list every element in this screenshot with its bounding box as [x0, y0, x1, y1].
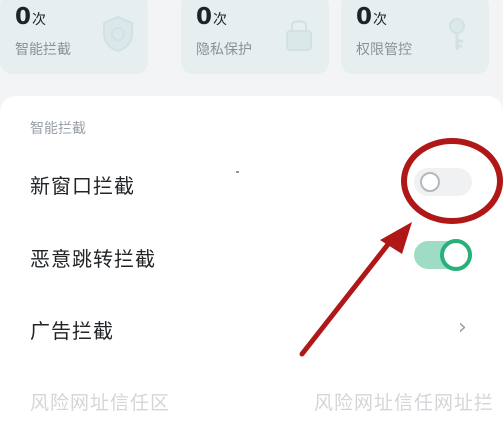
stat-number: 0 [15, 4, 32, 30]
faded-row-left: 风险网址信任区 [30, 392, 171, 414]
new-window-block-toggle[interactable] [414, 168, 472, 196]
stat-card-privacy[interactable]: 0次 隐私保护 [181, 0, 329, 74]
speck [236, 171, 239, 173]
malicious-redirect-toggle[interactable] [414, 239, 472, 271]
section-title: 智能拦截 [30, 121, 86, 137]
stat-unit: 次 [373, 12, 388, 28]
chevron-right-icon: › [458, 315, 467, 340]
toggle-knob [420, 172, 440, 192]
stat-count: 0次 [356, 4, 387, 30]
stat-number: 0 [356, 4, 373, 30]
stat-label: 隐私保护 [196, 42, 252, 58]
stat-number: 0 [196, 4, 213, 30]
stat-count: 0次 [15, 4, 46, 30]
stat-label: 智能拦截 [15, 42, 71, 58]
lock-icon [286, 20, 312, 51]
row-label-new-window: 新窗口拦截 [30, 174, 135, 198]
key-icon [449, 18, 465, 50]
faded-row-right: 风险网址信任网址拦 [314, 392, 495, 414]
screen: 0次 智能拦截 0次 隐私保护 0次 权限管控 智能拦截 新窗口拦截 恶意跳转拦… [0, 0, 503, 423]
stat-count: 0次 [196, 4, 227, 30]
toggle-knob [440, 239, 472, 271]
stat-unit: 次 [32, 12, 47, 28]
stat-card-permission[interactable]: 0次 权限管控 [341, 0, 489, 74]
shield-icon [103, 15, 133, 53]
row-label-malicious-redirect: 恶意跳转拦截 [30, 247, 156, 271]
row-label-ad-block: 广告拦截 [30, 319, 114, 343]
stat-label: 权限管控 [356, 42, 412, 58]
stat-card-smart-block[interactable]: 0次 智能拦截 [0, 0, 148, 74]
stat-unit: 次 [213, 12, 228, 28]
